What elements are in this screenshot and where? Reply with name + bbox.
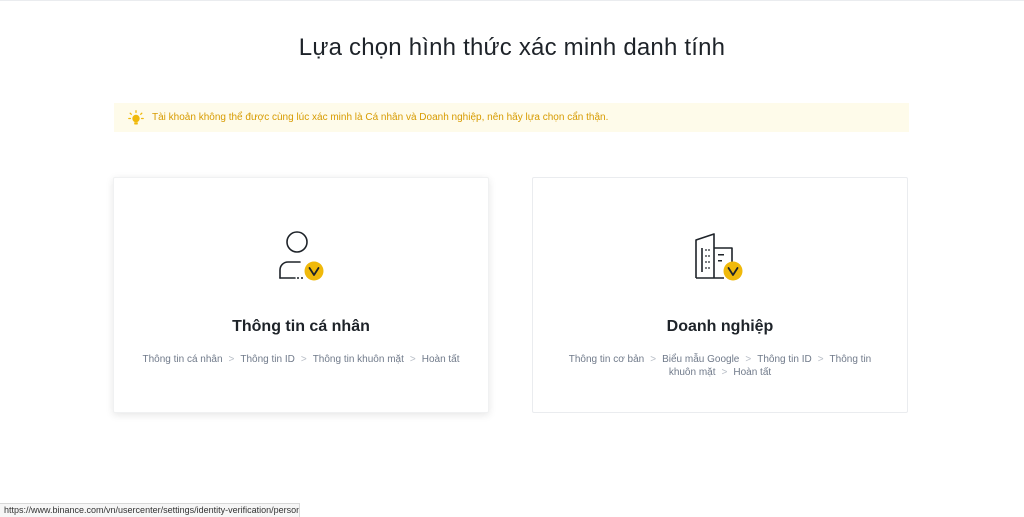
chevron-right-icon: > (650, 354, 657, 365)
chevron-right-icon: > (228, 354, 235, 365)
personal-card-title: Thông tin cá nhân (232, 318, 370, 335)
business-verification-card[interactable]: Doanh nghiệp Thông tin cơ bản > Biểu mẫu G… (532, 177, 908, 413)
personal-verification-card[interactable]: Thông tin cá nhân Thông tin cá nhân > Thôn… (113, 177, 489, 413)
business-steps: Thông tin cơ bản > Biểu mẫu Google > Thông t… (557, 353, 883, 379)
chevron-right-icon: > (409, 354, 416, 365)
page-title: Lựa chọn hình thức xác minh danh tính (298, 34, 726, 61)
step-label: Hoàn tất (733, 367, 772, 378)
user-check-icon (269, 226, 333, 290)
browser-status-url: https://www.binance.com/vn/usercenter/se… (0, 503, 300, 517)
notice-banner: Tài khoản không thể được cùng lúc xác mi… (114, 103, 909, 132)
chevron-right-icon: > (300, 354, 307, 365)
chevron-right-icon: > (721, 367, 728, 378)
building-check-icon (688, 226, 752, 290)
notice-text: Tài khoản không thể được cùng lúc xác mi… (152, 112, 609, 123)
step-label: Hoàn tất (421, 354, 460, 365)
step-label: Biểu mẫu Google (662, 354, 740, 365)
chevron-right-icon: > (817, 354, 824, 365)
business-card-title: Doanh nghiệp (666, 318, 774, 335)
step-label: Thông tin cơ bản (568, 354, 645, 365)
step-label: Thông tin ID (240, 354, 295, 365)
step-label: Thông tin cá nhân (142, 354, 223, 365)
step-label: Thông tin khuôn mặt (312, 354, 404, 365)
personal-steps: Thông tin cá nhân > Thông tin ID > Thông tin… (138, 353, 464, 366)
lightbulb-icon (128, 109, 144, 126)
top-divider (0, 0, 1024, 1)
step-label: Thông tin ID (757, 354, 812, 365)
chevron-right-icon: > (745, 354, 752, 365)
